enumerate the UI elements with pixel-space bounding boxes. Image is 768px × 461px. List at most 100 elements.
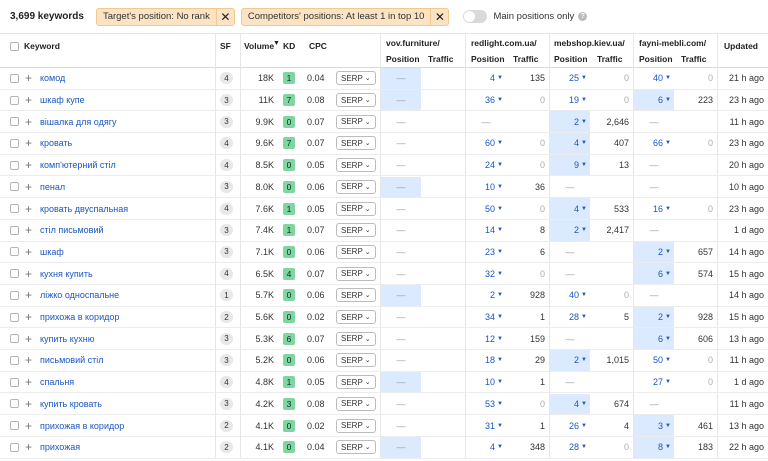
table-row[interactable]: + письмовий стіл 3 5.2K 0 0.06 SERP ⌄ —18 ▼ 29 2 ▼ 1,…: [0, 350, 768, 372]
keyword-link[interactable]: ліжко односпальне: [40, 285, 119, 306]
serp-dropdown[interactable]: SERP ⌄: [336, 353, 376, 368]
header-cpc[interactable]: CPC: [309, 41, 327, 51]
help-icon[interactable]: ?: [578, 12, 588, 21]
position-value[interactable]: 28 ▼: [549, 437, 587, 458]
competitor-header[interactable]: fayni-mebli.com/: [639, 38, 706, 48]
close-icon[interactable]: ✕: [215, 7, 234, 26]
position-value[interactable]: 3 ▼: [633, 415, 671, 436]
table-row[interactable]: + ліжко односпальне 1 5.7K 0 0.06 SERP ⌄ —2 ▼ 928 4…: [0, 285, 768, 307]
position-value[interactable]: 4 ▼: [465, 68, 503, 89]
table-row[interactable]: + прихожа в коридор 2 5.6K 0 0.02 SERP ⌄ —34 ▼ 1 28…: [0, 306, 768, 329]
keyword-link[interactable]: шкаф: [40, 242, 64, 263]
serp-features-count[interactable]: 3: [220, 115, 233, 128]
table-row[interactable]: + спальня 4 4.8K 1 0.05 SERP ⌄ —10 ▼ 1—27 ▼ 0 1 d ago: [0, 371, 768, 394]
keyword-link[interactable]: кровать: [40, 133, 72, 154]
serp-features-count[interactable]: 2: [220, 441, 233, 454]
keyword-link[interactable]: вішалка для одягу: [40, 111, 117, 132]
header-updated[interactable]: Updated: [724, 41, 758, 51]
position-value[interactable]: 2 ▼: [549, 220, 587, 241]
header-kd[interactable]: KD: [283, 41, 295, 51]
row-checkbox[interactable]: [10, 421, 19, 431]
add-keyword-icon[interactable]: +: [25, 415, 32, 436]
position-value[interactable]: 8 ▼: [633, 437, 671, 458]
serp-dropdown[interactable]: SERP ⌄: [336, 136, 376, 151]
position-value[interactable]: 26 ▼: [549, 415, 587, 436]
keyword-link[interactable]: пенал: [40, 177, 65, 198]
position-value[interactable]: 6 ▼: [633, 263, 671, 284]
add-keyword-icon[interactable]: +: [25, 111, 32, 132]
add-keyword-icon[interactable]: +: [25, 350, 32, 371]
keyword-link[interactable]: комп'ютерний стіл: [40, 155, 116, 176]
position-value[interactable]: 32 ▼: [465, 263, 503, 284]
add-keyword-icon[interactable]: +: [25, 394, 32, 415]
keyword-link[interactable]: купить кухню: [40, 328, 95, 349]
row-checkbox[interactable]: [10, 138, 19, 148]
header-traffic[interactable]: Traffic: [681, 54, 707, 64]
serp-dropdown[interactable]: SERP ⌄: [336, 375, 376, 390]
table-row[interactable]: + шкаф 3 7.1K 0 0.06 SERP ⌄ —23 ▼ 6—2 ▼ 657 14 h ago: [0, 241, 768, 264]
position-value[interactable]: 25 ▼: [549, 68, 587, 89]
add-keyword-icon[interactable]: +: [25, 198, 32, 219]
serp-dropdown[interactable]: SERP ⌄: [336, 396, 376, 411]
serp-dropdown[interactable]: SERP ⌄: [336, 179, 376, 194]
position-value[interactable]: 40 ▼: [549, 285, 587, 306]
serp-dropdown[interactable]: SERP ⌄: [336, 244, 376, 259]
position-value[interactable]: 27 ▼: [633, 372, 671, 393]
keyword-link[interactable]: стіл письмовий: [40, 220, 104, 241]
position-value[interactable]: 10 ▼: [465, 177, 503, 198]
position-value[interactable]: 2 ▼: [633, 307, 671, 328]
serp-features-count[interactable]: 3: [220, 245, 233, 258]
table-row[interactable]: + шкаф купе 3 11K 7 0.08 SERP ⌄ —36 ▼ 0 19 ▼ 0 6 ▼ 223 23…: [0, 89, 768, 112]
position-value[interactable]: 50 ▼: [633, 350, 671, 371]
header-position[interactable]: Position: [386, 54, 420, 64]
serp-dropdown[interactable]: SERP ⌄: [336, 266, 376, 281]
position-value[interactable]: 16 ▼: [633, 198, 671, 219]
serp-dropdown[interactable]: SERP ⌄: [336, 418, 376, 433]
add-keyword-icon[interactable]: +: [25, 263, 32, 284]
keyword-link[interactable]: прихожая в коридор: [40, 415, 124, 436]
serp-features-count[interactable]: 4: [220, 267, 233, 280]
row-checkbox[interactable]: [10, 399, 19, 409]
serp-features-count[interactable]: 4: [220, 72, 233, 85]
position-value[interactable]: 4 ▼: [549, 133, 587, 154]
table-row[interactable]: + комп'ютерний стіл 4 8.5K 0 0.05 SERP ⌄ —24 ▼ 0 9 ▼…: [0, 154, 768, 177]
keyword-link[interactable]: письмовий стіл: [40, 350, 104, 371]
position-value[interactable]: 66 ▼: [633, 133, 671, 154]
add-keyword-icon[interactable]: +: [25, 285, 32, 306]
serp-features-count[interactable]: 3: [220, 180, 233, 193]
table-row[interactable]: + кровать 4 9.6K 7 0.07 SERP ⌄ —60 ▼ 0 4 ▼ 407 66 ▼ 0 23 …: [0, 133, 768, 155]
row-checkbox[interactable]: [10, 182, 19, 192]
serp-dropdown[interactable]: SERP ⌄: [336, 223, 376, 238]
serp-dropdown[interactable]: SERP ⌄: [336, 93, 376, 108]
position-value[interactable]: 24 ▼: [465, 155, 503, 176]
position-value[interactable]: 40 ▼: [633, 68, 671, 89]
serp-dropdown[interactable]: SERP ⌄: [336, 158, 376, 173]
row-checkbox[interactable]: [10, 225, 19, 235]
serp-dropdown[interactable]: SERP ⌄: [336, 71, 376, 86]
serp-features-count[interactable]: 1: [220, 289, 233, 302]
serp-dropdown[interactable]: SERP ⌄: [336, 114, 376, 129]
row-checkbox[interactable]: [10, 269, 19, 279]
table-row[interactable]: + купить кровать 3 4.2K 3 0.08 SERP ⌄ —53 ▼ 0 4 ▼ 674…: [0, 393, 768, 416]
table-row[interactable]: + вішалка для одягу 3 9.9K 0 0.07 SERP ⌄ — — 2 ▼ 2,6…: [0, 111, 768, 134]
table-row[interactable]: + пенал 3 8.0K 0 0.06 SERP ⌄ — 10 ▼ 36 — — 10 h ago: [0, 176, 768, 199]
select-all-checkbox[interactable]: [10, 42, 19, 51]
table-row[interactable]: + комод 4 18K 1 0.04 SERP ⌄ —4 ▼ 135 25 ▼ 0 40 ▼ 0 21 h a…: [0, 68, 768, 90]
add-keyword-icon[interactable]: +: [25, 220, 32, 241]
header-position[interactable]: Position: [471, 54, 505, 64]
position-value[interactable]: 2 ▼: [465, 285, 503, 306]
row-checkbox[interactable]: [10, 247, 19, 257]
keyword-link[interactable]: кухня купить: [40, 263, 93, 284]
position-value[interactable]: 6 ▼: [633, 328, 671, 349]
serp-features-count[interactable]: 3: [220, 354, 233, 367]
add-keyword-icon[interactable]: +: [25, 328, 32, 349]
row-checkbox[interactable]: [10, 204, 19, 214]
keyword-link[interactable]: комод: [40, 68, 65, 89]
row-checkbox[interactable]: [10, 73, 19, 83]
competitor-header[interactable]: mebshop.kiev.ua/: [554, 38, 625, 48]
keyword-link[interactable]: прихожая: [40, 437, 80, 458]
serp-features-count[interactable]: 3: [220, 224, 233, 237]
competitor-header[interactable]: vov.furniture/: [386, 38, 440, 48]
position-value[interactable]: 34 ▼: [465, 307, 503, 328]
close-icon[interactable]: ✕: [430, 7, 448, 26]
